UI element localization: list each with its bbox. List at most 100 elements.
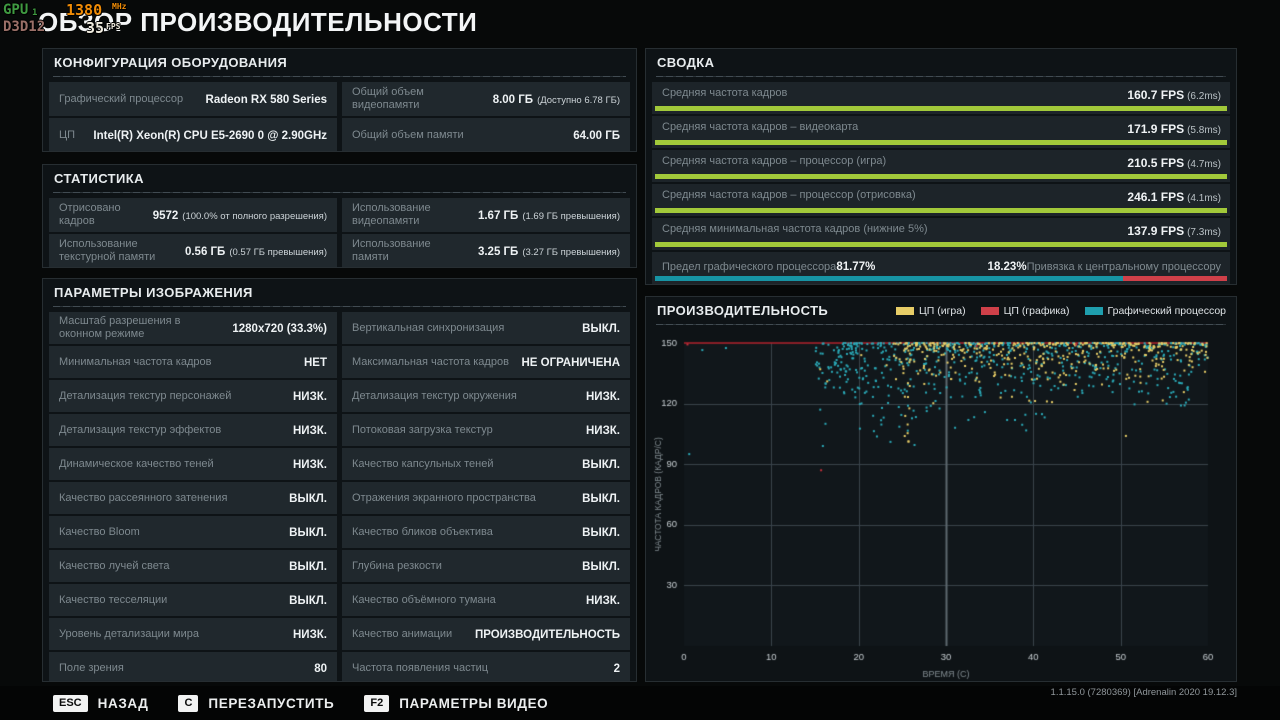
legend-label: ЦП (графика) [1004, 305, 1070, 317]
stat-label: Отрисовано кадров [59, 202, 153, 228]
stat-value: 9572 [153, 210, 179, 222]
summary-frametime: (6.2ms) [1187, 91, 1221, 102]
summary-fps-value: 210.5 FPS [1127, 156, 1184, 170]
fps-bar [655, 140, 1227, 145]
fps-bar [655, 174, 1227, 179]
panel-title: СТАТИСТИКА [43, 165, 636, 192]
gpu-bound-segment [655, 276, 1123, 281]
stat-value: 0.56 ГБ [185, 246, 225, 258]
cpu-bound-segment [1123, 276, 1227, 281]
config-label: Графический процессор [59, 93, 191, 106]
key-hint[interactable]: C ПЕРЕЗАПУСТИТЬ [178, 695, 334, 712]
summary-frametime: (7.3ms) [1187, 227, 1221, 238]
keycap: F2 [364, 695, 389, 712]
setting-label: Динамическое качество теней [59, 458, 222, 471]
setting-label: Детализация текстур эффектов [59, 424, 229, 437]
fps-bar [655, 242, 1227, 247]
panel-title: ПАРАМЕТРЫ ИЗОБРАЖЕНИЯ [43, 279, 636, 306]
fps-bar [655, 208, 1227, 213]
config-value: 8.00 ГБ [493, 94, 533, 106]
setting-label: Детализация текстур окружения [352, 390, 525, 403]
gpu-bound-label: Предел графического процессора [662, 261, 836, 273]
legend-label: Графический процессор [1108, 305, 1226, 317]
setting-value: НИЗК. [586, 391, 620, 403]
config-label: ЦП [59, 129, 83, 142]
panel-title: СВОДКА [646, 49, 1236, 76]
setting-cell: Детализация текстур эффектов НИЗК. [49, 414, 337, 446]
setting-cell: Потоковая загрузка текстур НИЗК. [342, 414, 630, 446]
image-params-grid: Масштаб разрешения в оконном режиме 1280… [43, 307, 636, 682]
key-hint-label: ПЕРЕЗАПУСТИТЬ [208, 696, 334, 711]
setting-cell: Отражения экранного пространства ВЫКЛ. [342, 482, 630, 514]
osd-api-label: D3D12 [3, 19, 45, 35]
setting-value: ВЫКЛ. [582, 493, 620, 505]
setting-cell: Поле зрения 80 [49, 652, 337, 682]
setting-label: Потоковая загрузка текстур [352, 424, 501, 437]
setting-value: НИЗК. [293, 459, 327, 471]
setting-cell: Качество объёмного тумана НИЗК. [342, 584, 630, 616]
setting-value: ВЫКЛ. [582, 459, 620, 471]
setting-label: Качество бликов объектива [352, 526, 501, 539]
legend-swatch [1085, 307, 1103, 315]
stat-label: Использование видеопамяти [352, 202, 478, 228]
stat-suffix: (0.57 ГБ превышения) [229, 247, 327, 258]
osd-clock-unit: MHz [112, 2, 126, 11]
gpu-bound-row: Предел графического процессора81.77% 18.… [652, 252, 1230, 284]
gpu-bound-percent: 81.77% [836, 261, 875, 273]
setting-cell: Глубина резкости ВЫКЛ. [342, 550, 630, 582]
stat-label: Использование текстурной памяти [59, 238, 185, 264]
stats-grid: Отрисовано кадров 9572(100.0% от полного… [43, 193, 636, 268]
setting-cell: Минимальная частота кадров НЕТ [49, 346, 337, 378]
setting-cell: Качество лучей света ВЫКЛ. [49, 550, 337, 582]
setting-cell: Максимальная частота кадров НЕ ОГРАНИЧЕН… [342, 346, 630, 378]
setting-label: Качество лучей света [59, 560, 178, 573]
setting-label: Качество тесселяции [59, 594, 175, 607]
summary-label: Средняя частота кадров – процессор (игра… [662, 155, 886, 167]
version-string: 1.1.15.0 (7280369) [Adrenalin 2020 19.12… [1051, 687, 1237, 698]
setting-label: Качество анимации [352, 628, 460, 641]
cpu-bound-percent: 18.23% [988, 261, 1027, 273]
panel-image-parameters: ПАРАМЕТРЫ ИЗОБРАЖЕНИЯ Масштаб разрешения… [42, 278, 637, 682]
setting-cell: Качество тесселяции ВЫКЛ. [49, 584, 337, 616]
gpu-cpu-bound-bar [655, 276, 1227, 281]
config-value: 64.00 ГБ [573, 130, 620, 142]
stat-cell: Отрисовано кадров 9572(100.0% от полного… [49, 198, 337, 232]
setting-label: Максимальная частота кадров [352, 356, 517, 369]
setting-value: 80 [314, 663, 327, 675]
summary-fps-value: 137.9 FPS [1127, 224, 1184, 238]
setting-value: НИЗК. [293, 629, 327, 641]
key-hint[interactable]: ESC НАЗАД [53, 695, 148, 712]
cpu-bound-label: Привязка к центральному процессору [1027, 261, 1221, 273]
panel-statistics: СТАТИСТИКА Отрисовано кадров 9572(100.0%… [42, 164, 637, 268]
setting-label: Детализация текстур персонажей [59, 390, 239, 403]
setting-label: Качество рассеянного затенения [59, 492, 235, 505]
summary-row: Средняя частота кадров – видеокарта 171.… [652, 116, 1230, 148]
osd-gpu-index: 1 [32, 8, 37, 18]
key-hint[interactable]: F2 ПАРАМЕТРЫ ВИДЕО [364, 695, 548, 712]
summary-frametime: (4.1ms) [1187, 193, 1221, 204]
fps-osd-overlay: GPU 1 1380 MHz D3D12 35 FPS [0, 0, 220, 42]
stat-suffix: (3.27 ГБ превышения) [522, 247, 620, 258]
setting-label: Глубина резкости [352, 560, 450, 573]
osd-fps-value: 35 [86, 19, 104, 37]
setting-label: Качество объёмного тумана [352, 594, 504, 607]
legend-item: ЦП (графика) [981, 305, 1070, 317]
setting-value: НИЗК. [293, 425, 327, 437]
setting-value: ВЫКЛ. [289, 561, 327, 573]
legend-item: Графический процессор [1085, 305, 1226, 317]
summary-label: Средняя частота кадров – процессор (отри… [662, 189, 916, 201]
osd-fps-unit: FPS [106, 22, 120, 31]
fps-bar [655, 106, 1227, 111]
config-cell: Общий объем памяти 64.00 ГБ [342, 118, 630, 152]
summary-fps-value: 246.1 FPS [1127, 190, 1184, 204]
summary-frametime: (5.8ms) [1187, 125, 1221, 136]
setting-value: ВЫКЛ. [289, 527, 327, 539]
summary-list: Средняя частота кадров 160.7 FPS(6.2ms) … [646, 77, 1236, 250]
setting-value: НИЗК. [293, 391, 327, 403]
setting-cell: Качество рассеянного затенения ВЫКЛ. [49, 482, 337, 514]
keycap: C [178, 695, 198, 712]
stat-suffix: (1.69 ГБ превышения) [522, 211, 620, 222]
setting-label: Качество Bloom [59, 526, 148, 539]
setting-value: 1280x720 (33.3%) [232, 323, 327, 335]
setting-cell: Качество бликов объектива ВЫКЛ. [342, 516, 630, 548]
